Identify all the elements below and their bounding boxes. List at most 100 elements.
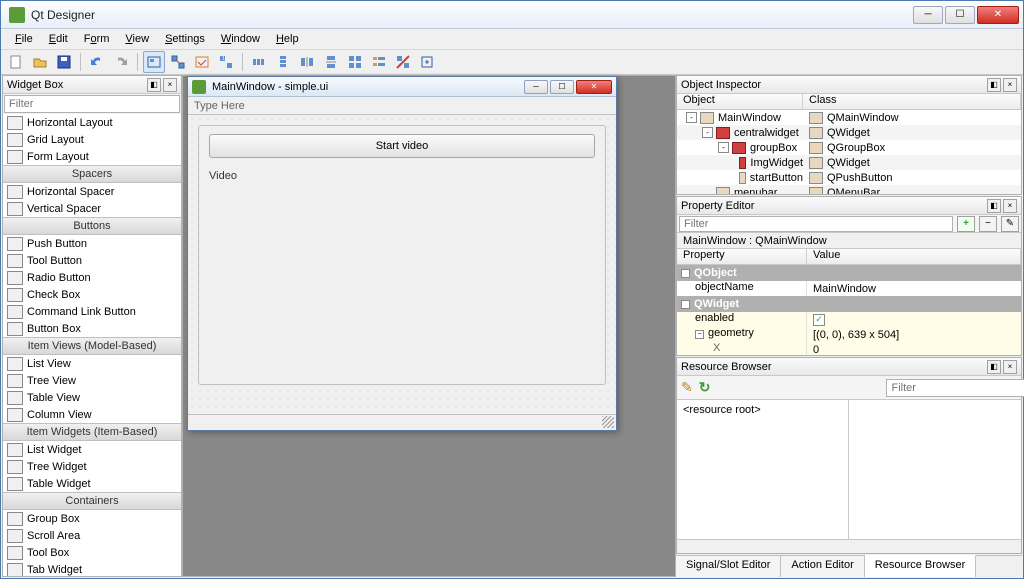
break-layout-icon[interactable] <box>392 51 414 73</box>
close-panel-icon[interactable]: × <box>163 78 177 92</box>
widget-box-filter[interactable] <box>4 95 180 113</box>
menu-window[interactable]: Window <box>213 31 268 47</box>
tree-toggle-icon[interactable]: - <box>686 112 697 123</box>
widget-item[interactable]: Table View <box>3 389 181 406</box>
widget-item[interactable]: Scroll Area <box>3 527 181 544</box>
object-row[interactable]: menubarQMenuBar <box>677 185 1021 194</box>
new-icon[interactable] <box>5 51 27 73</box>
config-icon[interactable]: ✎ <box>1001 216 1019 232</box>
widget-item[interactable]: Horizontal Layout <box>3 114 181 131</box>
widget-item[interactable]: Check Box <box>3 286 181 303</box>
layout-hsplit-icon[interactable] <box>296 51 318 73</box>
form-canvas[interactable]: Start video Video <box>188 115 616 414</box>
menu-view[interactable]: View <box>117 31 157 47</box>
layout-vsplit-icon[interactable] <box>320 51 342 73</box>
add-property-icon[interactable]: + <box>957 216 975 232</box>
object-row[interactable]: -centralwidgetQWidget <box>677 125 1021 140</box>
object-row[interactable]: ImgWidgetQWidget <box>677 155 1021 170</box>
property-row[interactable]: enabled✓ <box>677 312 1021 327</box>
checkbox[interactable]: ✓ <box>813 314 825 326</box>
minimize-button[interactable]: ─ <box>913 6 943 24</box>
widget-category[interactable]: Item Widgets (Item-Based) <box>3 423 181 441</box>
property-row[interactable]: −geometry[(0, 0), 639 x 504] <box>677 327 1021 342</box>
tab-action-editor[interactable]: Action Editor <box>781 556 864 577</box>
property-row[interactable]: X0 <box>677 342 1021 355</box>
sub-close-icon[interactable]: ✕ <box>576 80 612 94</box>
property-row[interactable]: objectNameMainWindow <box>677 281 1021 296</box>
undock-icon[interactable]: ◧ <box>987 199 1001 213</box>
menu-settings[interactable]: Settings <box>157 31 213 47</box>
edit-buddies-icon[interactable] <box>191 51 213 73</box>
tab-resource-browser[interactable]: Resource Browser <box>865 555 976 577</box>
reload-icon[interactable]: ↻ <box>699 378 711 398</box>
widget-list[interactable]: Horizontal LayoutGrid LayoutForm LayoutS… <box>3 114 181 576</box>
undock-icon[interactable]: ◧ <box>147 78 161 92</box>
sub-minimize-icon[interactable]: ─ <box>524 80 548 94</box>
widget-category[interactable]: Spacers <box>3 165 181 183</box>
object-row[interactable]: -groupBoxQGroupBox <box>677 140 1021 155</box>
layout-grid-icon[interactable] <box>344 51 366 73</box>
start-video-button[interactable]: Start video <box>209 134 595 158</box>
menu-file[interactable]: File <box>7 31 41 47</box>
undock-icon[interactable]: ◧ <box>987 78 1001 92</box>
resource-filter[interactable] <box>886 379 1024 397</box>
save-icon[interactable] <box>53 51 75 73</box>
close-button[interactable]: ✕ <box>977 6 1019 24</box>
property-group[interactable]: −QWidget <box>677 296 1021 312</box>
tree-toggle-icon[interactable]: - <box>702 127 713 138</box>
widget-item[interactable]: Horizontal Spacer <box>3 183 181 200</box>
widget-item[interactable]: Form Layout <box>3 148 181 165</box>
maximize-button[interactable]: ☐ <box>945 6 975 24</box>
widget-item[interactable]: Tool Box <box>3 544 181 561</box>
layout-form-icon[interactable] <box>368 51 390 73</box>
edit-resources-icon[interactable]: ✎ <box>681 378 693 398</box>
widget-item[interactable]: Push Button <box>3 235 181 252</box>
undock-icon[interactable]: ◧ <box>987 360 1001 374</box>
layout-vertical-icon[interactable] <box>272 51 294 73</box>
widget-category[interactable]: Containers <box>3 492 181 510</box>
size-grip-icon[interactable] <box>602 416 614 428</box>
widget-item[interactable]: Column View <box>3 406 181 423</box>
close-panel-icon[interactable]: × <box>1003 360 1017 374</box>
resource-tree[interactable]: <resource root> <box>677 400 849 539</box>
menu-edit[interactable]: Edit <box>41 31 76 47</box>
edit-signals-icon[interactable] <box>167 51 189 73</box>
form-subwindow[interactable]: MainWindow - simple.ui ─ ☐ ✕ Type Here S… <box>187 76 617 431</box>
menu-form[interactable]: Form <box>76 31 118 47</box>
widget-item[interactable]: Tab Widget <box>3 561 181 576</box>
open-icon[interactable] <box>29 51 51 73</box>
widget-item[interactable]: Radio Button <box>3 269 181 286</box>
property-filter[interactable] <box>679 216 953 232</box>
adjust-size-icon[interactable] <box>416 51 438 73</box>
widget-item[interactable]: Tree View <box>3 372 181 389</box>
widget-item[interactable]: Button Box <box>3 320 181 337</box>
tab-signal-slot[interactable]: Signal/Slot Editor <box>676 556 781 577</box>
widget-item[interactable]: Group Box <box>3 510 181 527</box>
menu-help[interactable]: Help <box>268 31 307 47</box>
widget-item[interactable]: Command Link Button <box>3 303 181 320</box>
widget-category[interactable]: Buttons <box>3 217 181 235</box>
scrollbar[interactable] <box>677 539 1021 553</box>
undo-icon[interactable] <box>86 51 108 73</box>
object-row[interactable]: -MainWindowQMainWindow <box>677 110 1021 125</box>
form-menubar[interactable]: Type Here <box>188 97 616 115</box>
widget-item[interactable]: Tool Button <box>3 252 181 269</box>
close-panel-icon[interactable]: × <box>1003 199 1017 213</box>
widget-item[interactable]: Tree Widget <box>3 458 181 475</box>
tree-toggle-icon[interactable]: - <box>718 142 729 153</box>
widget-item[interactable]: Grid Layout <box>3 131 181 148</box>
layout-horizontal-icon[interactable] <box>248 51 270 73</box>
widget-item[interactable]: Vertical Spacer <box>3 200 181 217</box>
object-tree[interactable]: Object Class -MainWindowQMainWindow-cent… <box>677 94 1021 194</box>
object-row[interactable]: startButtonQPushButton <box>677 170 1021 185</box>
property-group[interactable]: −QObject <box>677 265 1021 281</box>
widget-item[interactable]: List View <box>3 355 181 372</box>
close-panel-icon[interactable]: × <box>1003 78 1017 92</box>
sub-maximize-icon[interactable]: ☐ <box>550 80 574 94</box>
widget-item[interactable]: Table Widget <box>3 475 181 492</box>
widget-category[interactable]: Item Views (Model-Based) <box>3 337 181 355</box>
edit-taborder-icon[interactable]: 1 <box>215 51 237 73</box>
remove-property-icon[interactable]: − <box>979 216 997 232</box>
redo-icon[interactable] <box>110 51 132 73</box>
groupbox-video[interactable]: Start video Video <box>198 125 606 385</box>
